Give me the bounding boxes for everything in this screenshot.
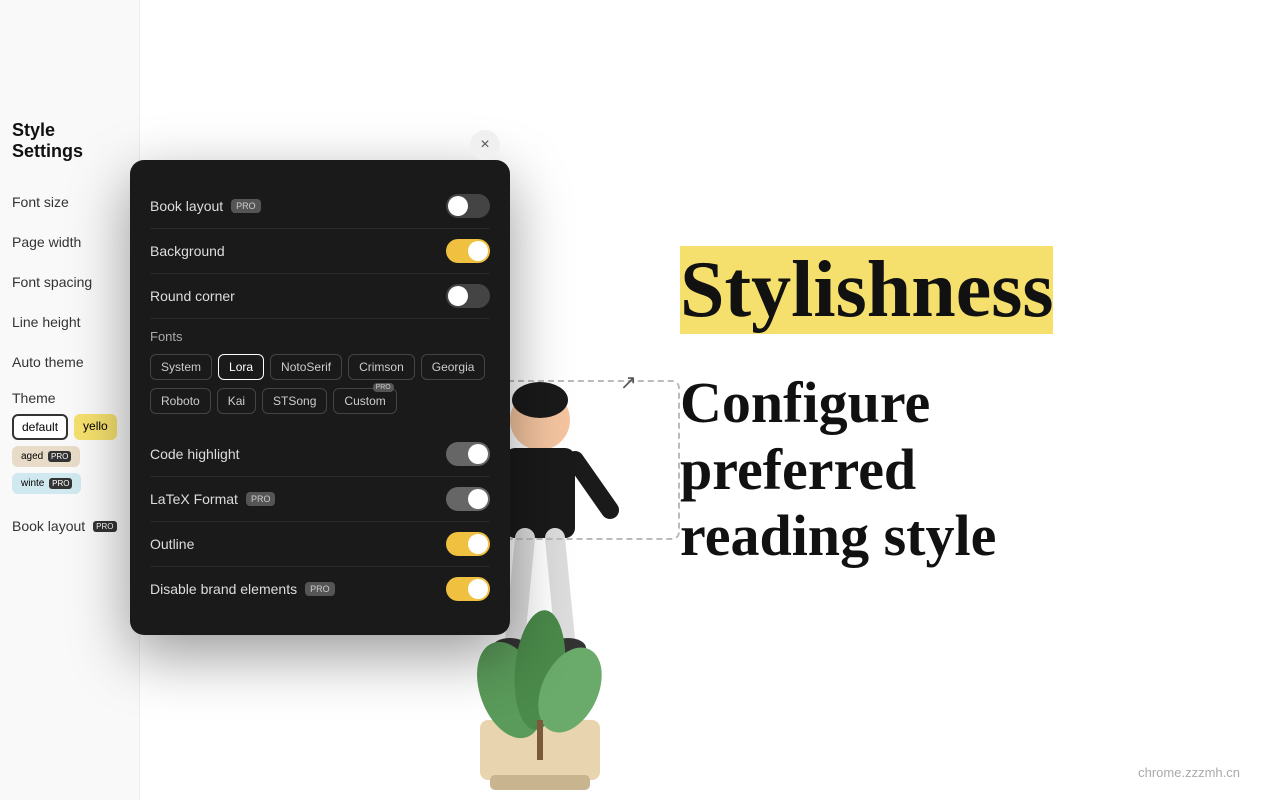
sidebar-pro-badge: PRO <box>93 521 116 532</box>
latex-label: LaTeX Format PRO <box>150 491 275 507</box>
modal-row-round-corner: Round corner <box>150 274 490 319</box>
theme-btn-aged[interactable]: aged PRO <box>12 446 80 467</box>
headline-container: Stylishness <box>680 250 1220 370</box>
font-btn-system[interactable]: System <box>150 354 212 380</box>
sidebar-item-font-spacing[interactable]: Font spacing <box>0 262 139 302</box>
background-label: Background <box>150 243 225 259</box>
theme-btn-yellow[interactable]: yello <box>74 414 117 440</box>
subheadline-line2: preferred <box>680 437 1220 504</box>
fonts-label: Fonts <box>150 329 490 344</box>
subheadline-line3: reading style <box>680 503 1220 570</box>
sidebar-book-layout-label: Book layout <box>12 518 85 534</box>
subheadline-line1: Configure <box>680 370 1220 437</box>
font-btn-notoserif[interactable]: NotoSerif <box>270 354 342 380</box>
font-btn-roboto[interactable]: Roboto <box>150 388 211 414</box>
expand-icon: ↗ <box>620 370 637 395</box>
modal-row-outline: Outline <box>150 522 490 567</box>
right-content: Stylishness Configure preferred reading … <box>640 0 1280 800</box>
pro-badge-winter: PRO <box>49 478 72 489</box>
code-highlight-toggle[interactable] <box>446 442 490 466</box>
book-layout-pro-badge: PRO <box>231 199 261 213</box>
sidebar-item-auto-theme[interactable]: Auto theme <box>0 342 139 382</box>
sidebar-item-line-height[interactable]: Line height <box>0 302 139 342</box>
dashed-expand-border <box>500 380 680 540</box>
theme-options: default yello aged PRO winte PRO <box>12 414 127 494</box>
latex-toggle[interactable] <box>446 487 490 511</box>
custom-pro-badge: PRO <box>373 383 394 392</box>
book-layout-toggle[interactable] <box>446 194 490 218</box>
font-btn-crimson[interactable]: Crimson <box>348 354 415 380</box>
font-btn-stsong[interactable]: STSong <box>262 388 327 414</box>
theme-btn-winter-label: winte <box>21 478 44 489</box>
sidebar-book-layout[interactable]: Book layout PRO <box>0 502 139 534</box>
sidebar-theme-label: Theme <box>12 390 127 406</box>
sidebar-item-page-width[interactable]: Page width <box>0 222 139 262</box>
theme-btn-winter[interactable]: winte PRO <box>12 473 81 494</box>
modal-row-background: Background <box>150 229 490 274</box>
modal-panel: × Book layout PRO Background Round corne… <box>130 160 510 635</box>
font-btn-georgia[interactable]: Georgia <box>421 354 486 380</box>
footer-url: chrome.zzzmh.cn <box>1138 765 1240 780</box>
close-button[interactable]: × <box>470 130 500 160</box>
disable-brand-label: Disable brand elements PRO <box>150 581 335 597</box>
sidebar-theme-section: Theme default yello aged PRO winte PRO <box>0 382 139 502</box>
modal-row-latex: LaTeX Format PRO <box>150 477 490 522</box>
font-buttons-row-2: Roboto Kai STSong Custom PRO <box>150 388 490 414</box>
font-btn-custom[interactable]: Custom PRO <box>333 388 396 414</box>
headline-main: Stylishness <box>680 250 1053 330</box>
font-btn-kai[interactable]: Kai <box>217 388 256 414</box>
sidebar: Style Settings Font size Page width Font… <box>0 0 140 800</box>
outline-toggle[interactable] <box>446 532 490 556</box>
fonts-section: Fonts System Lora NotoSerif Crimson Geor… <box>150 319 490 432</box>
background-toggle[interactable] <box>446 239 490 263</box>
pro-badge-aged: PRO <box>48 451 71 462</box>
latex-pro-badge: PRO <box>246 492 276 506</box>
round-corner-label: Round corner <box>150 288 235 304</box>
code-highlight-label: Code highlight <box>150 446 240 462</box>
modal-row-disable-brand: Disable brand elements PRO <box>150 567 490 611</box>
modal-row-book-layout: Book layout PRO <box>150 184 490 229</box>
font-btn-lora[interactable]: Lora <box>218 354 264 380</box>
disable-brand-toggle[interactable] <box>446 577 490 601</box>
theme-btn-default[interactable]: default <box>12 414 68 440</box>
headline-highlight: Stylishness <box>680 246 1053 334</box>
sidebar-title: Style Settings <box>0 120 139 182</box>
round-corner-toggle[interactable] <box>446 284 490 308</box>
theme-btn-aged-label: aged <box>21 451 43 462</box>
modal-row-code-highlight: Code highlight <box>150 432 490 477</box>
subheadline: Configure preferred reading style <box>680 370 1220 570</box>
sidebar-item-font-size[interactable]: Font size <box>0 182 139 222</box>
book-layout-label: Book layout PRO <box>150 198 261 214</box>
disable-brand-pro-badge: PRO <box>305 582 335 596</box>
font-buttons-row-1: System Lora NotoSerif Crimson Georgia <box>150 354 490 380</box>
outline-label: Outline <box>150 536 194 552</box>
